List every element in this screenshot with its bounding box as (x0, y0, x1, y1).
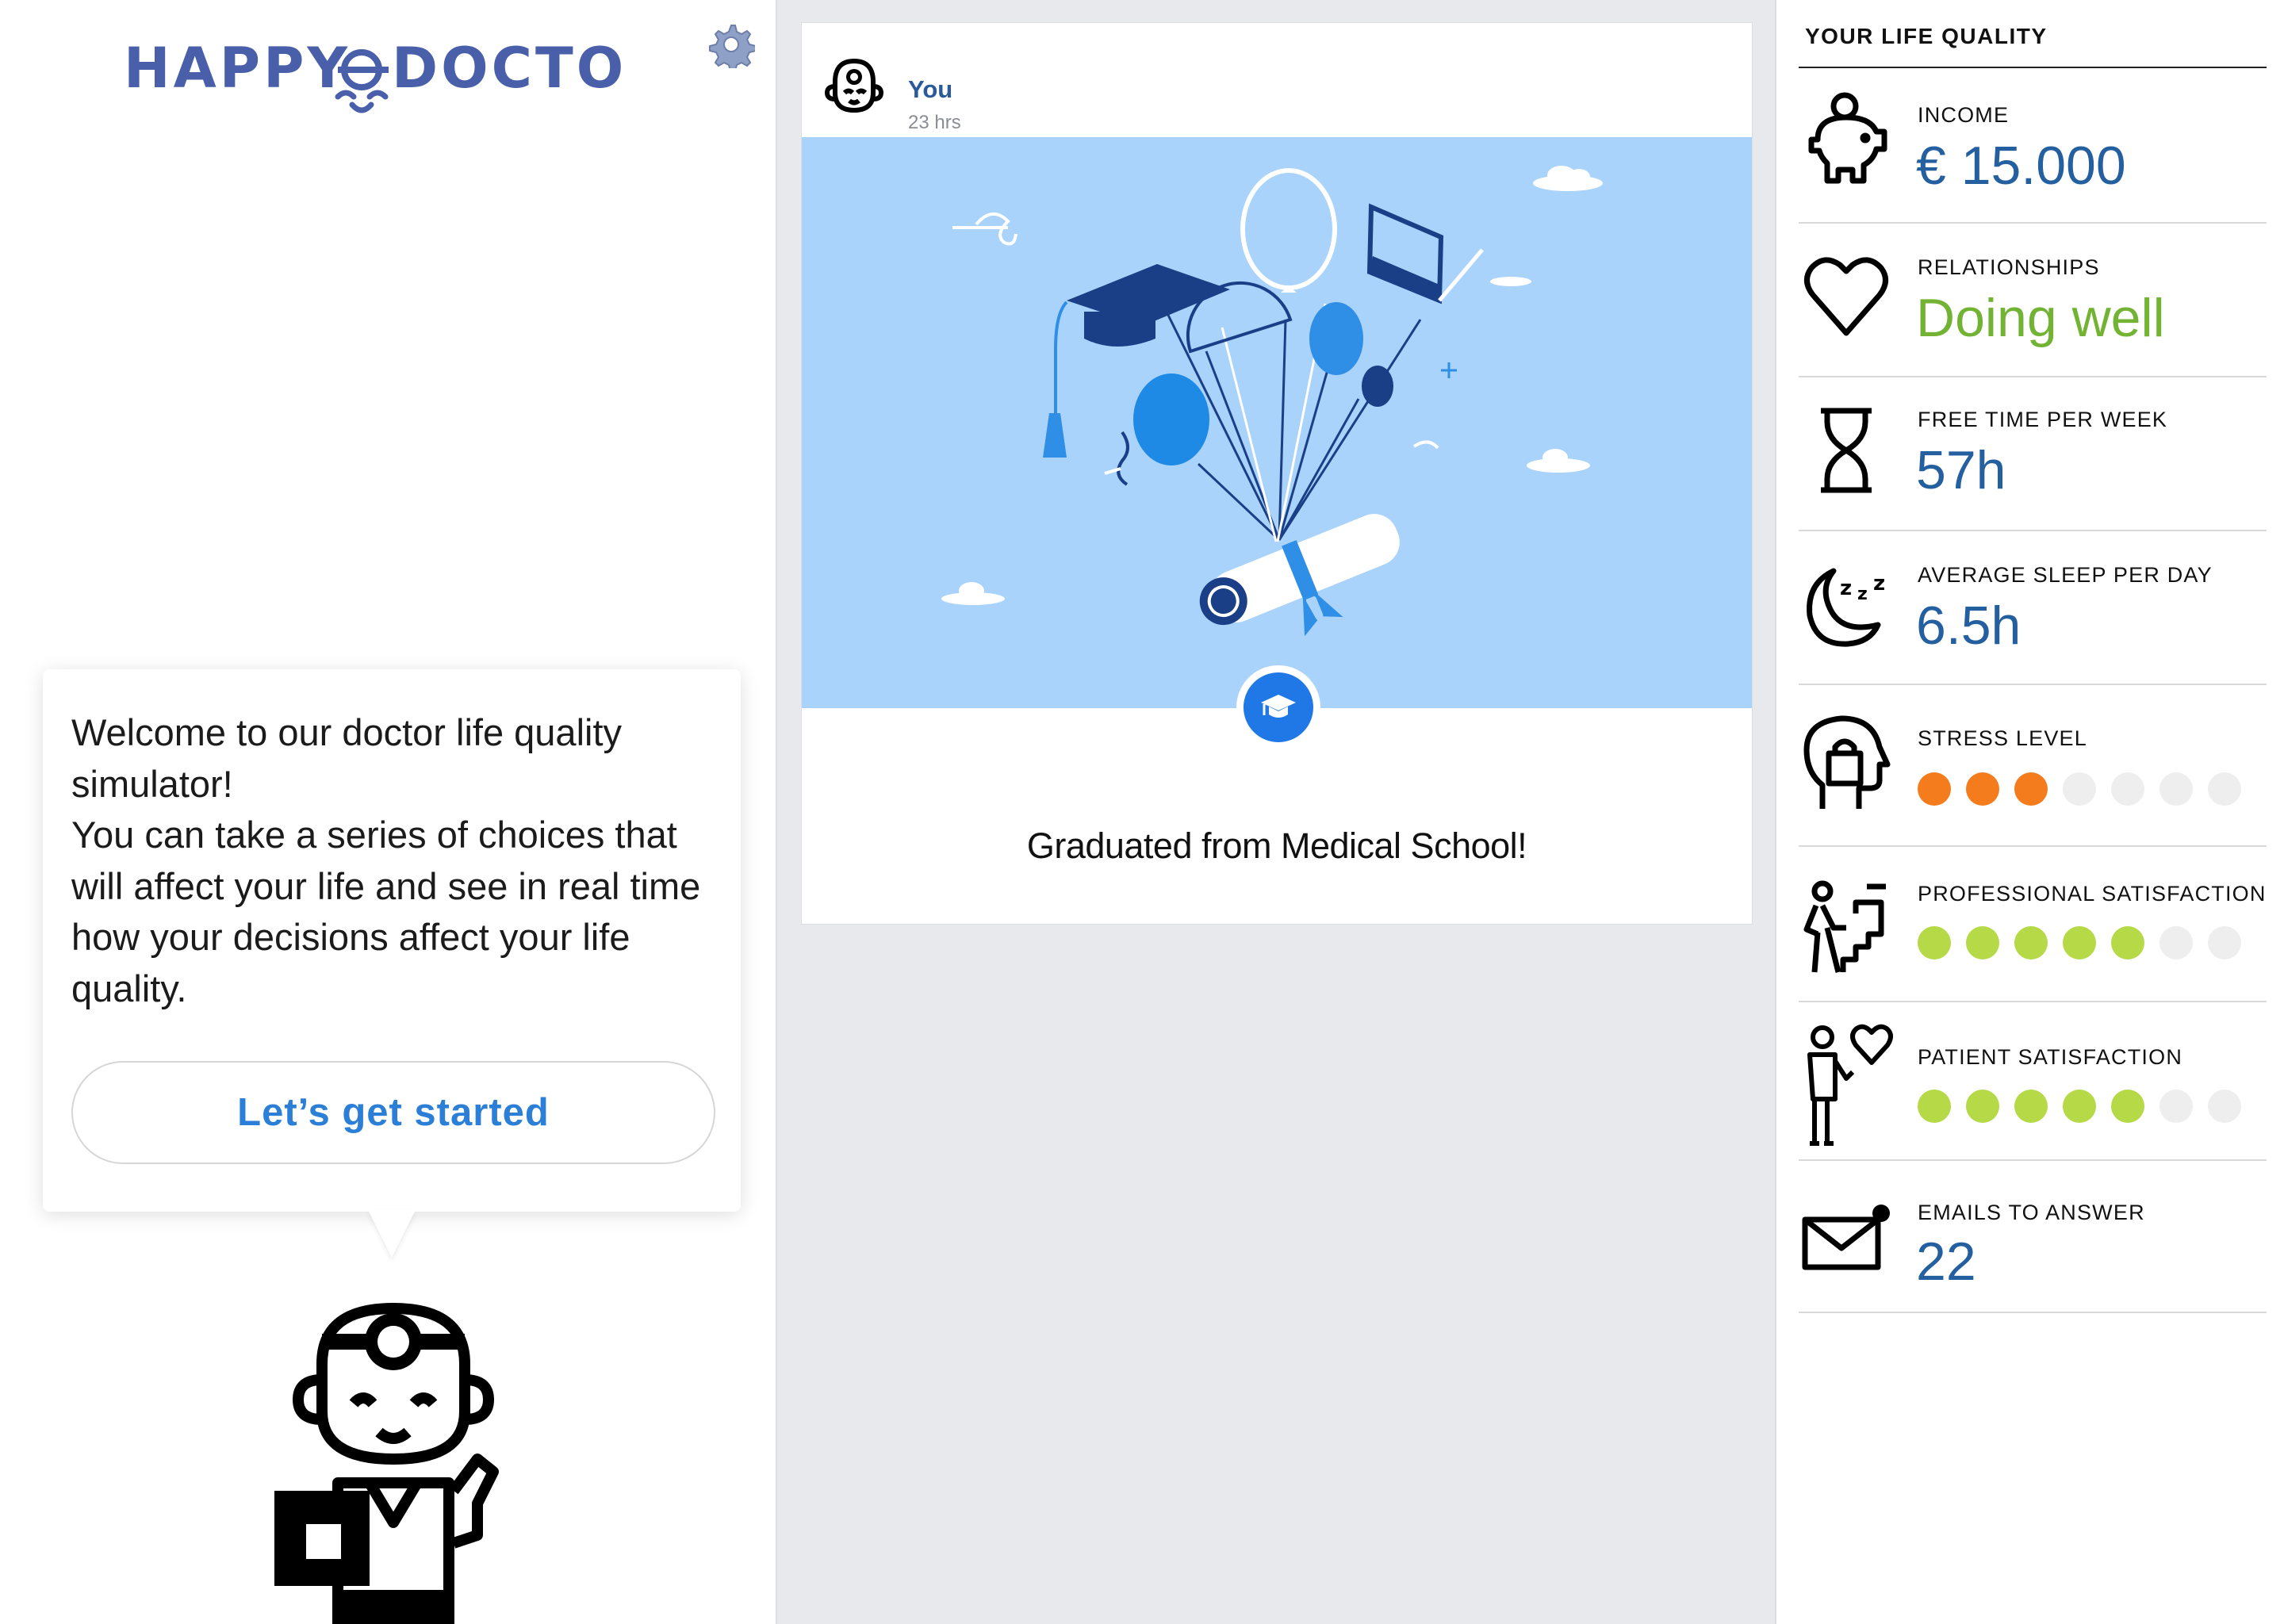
stat-professional-satisfaction: PROFESSIONAL SATISFACTION (1799, 845, 2267, 1002)
feed-column: You 23 hrs Graduated from Medical School… (776, 0, 1776, 1624)
svg-text:z: z (1873, 572, 1885, 596)
level-dot-filled (1966, 926, 1999, 959)
free-time-value: 57h (1916, 440, 2006, 500)
hourglass-icon (1821, 408, 1872, 493)
level-dot-filled (1966, 1090, 1999, 1123)
level-dot-filled (2014, 1090, 2048, 1123)
level-dot-filled (2063, 926, 2096, 959)
income-label: INCOME (1918, 103, 2010, 127)
stat-emails[interactable]: EMAILS TO ANSWER 22 (1799, 1159, 2267, 1313)
stat-stress: STRESS LEVEL (1799, 684, 2267, 847)
post-badge (1236, 665, 1320, 749)
stat-free-time: FREE TIME PER WEEK 57h (1799, 376, 2267, 531)
graduation-illustration (802, 137, 1752, 708)
patient-satisfaction-dots (1918, 1090, 2241, 1123)
svg-text:z: z (1857, 584, 1868, 604)
stress-level-dots (1918, 772, 2241, 806)
level-dot-empty (2159, 926, 2193, 959)
sleep-value: 6.5h (1916, 596, 2021, 656)
svg-text:z: z (1840, 576, 1852, 600)
welcome-bubble: Welcome to our doctor life quality simul… (43, 669, 741, 1212)
life-quality-header: YOUR LIFE QUALITY (1805, 24, 2048, 48)
level-dot-empty (2111, 772, 2144, 806)
patient-heart-icon (1807, 1024, 1893, 1146)
get-started-button[interactable]: Let’s get started (71, 1061, 715, 1164)
avatar-icon (824, 58, 884, 113)
level-dot-filled (1918, 926, 1951, 959)
level-dot-filled (1918, 1090, 1951, 1123)
level-dot-filled (2014, 926, 2048, 959)
life-quality-panel: YOUR LIFE QUALITY INCOME € 15.000 RELATI… (1776, 0, 2284, 1624)
post-author[interactable]: You (908, 75, 952, 104)
climbing-stairs-icon (1803, 880, 1886, 973)
feed-post-card: You 23 hrs Graduated from Medical School… (801, 22, 1753, 925)
sleep-label: AVERAGE SLEEP PER DAY (1918, 563, 2213, 587)
emails-label: EMAILS TO ANSWER (1918, 1201, 2145, 1224)
professional-satisfaction-label: PROFESSIONAL SATISFACTION (1918, 882, 2267, 906)
relationships-value: Doing well (1916, 288, 2165, 348)
post-timestamp: 23 hrs (908, 112, 961, 133)
level-dot-empty (2208, 772, 2241, 806)
stress-label: STRESS LEVEL (1918, 726, 2087, 750)
stressed-head-icon (1803, 715, 1891, 809)
bubble-tail (368, 1210, 416, 1258)
level-dot-empty (2208, 1090, 2241, 1123)
gear-icon[interactable] (707, 21, 755, 68)
emails-value: 22 (1916, 1231, 1976, 1292)
professional-satisfaction-dots (1918, 926, 2241, 959)
doctor-character-icon (274, 1303, 499, 1624)
logo-text-doctor: DOCTOR (392, 36, 631, 101)
stat-patient-satisfaction: PATIENT SATISFACTION (1799, 1001, 2267, 1161)
header-divider (1799, 67, 2267, 68)
stat-sleep: z z z AVERAGE SLEEP PER DAY 6.5h (1799, 530, 2267, 685)
level-dot-filled (2014, 772, 2048, 806)
heart-icon (1804, 257, 1888, 336)
post-title: Graduated from Medical School! (1026, 825, 1527, 866)
graduation-cap-icon (1261, 695, 1296, 718)
stat-income: INCOME € 15.000 (1799, 71, 2267, 224)
income-value: € 15.000 (1916, 136, 2126, 196)
piggy-bank-icon (1808, 92, 1887, 184)
free-time-label: FREE TIME PER WEEK (1918, 408, 2168, 431)
level-dot-filled (1918, 772, 1951, 806)
relationships-label: RELATIONSHIPS (1918, 255, 2100, 279)
left-panel: HAPPY DOCTOR Welcome to our doctor life … (0, 0, 776, 1624)
level-dot-filled (2111, 1090, 2144, 1123)
level-dot-empty (2208, 926, 2241, 959)
envelope-notification-icon (1802, 1205, 1890, 1270)
level-dot-empty (2159, 1090, 2193, 1123)
happy-doctor-logo: HAPPY DOCTOR (124, 36, 631, 113)
stat-relationships: RELATIONSHIPS Doing well (1799, 222, 2267, 377)
level-dot-filled (2111, 926, 2144, 959)
patient-satisfaction-label: PATIENT SATISFACTION (1918, 1045, 2183, 1069)
moon-sleep-icon: z z z (1807, 568, 1885, 647)
logo-text-happy: HAPPY (124, 36, 351, 101)
level-dot-filled (1966, 772, 1999, 806)
welcome-message: Welcome to our doctor life quality simul… (71, 711, 701, 1009)
level-dot-empty (2063, 772, 2096, 806)
level-dot-empty (2159, 772, 2193, 806)
level-dot-filled (2063, 1090, 2096, 1123)
